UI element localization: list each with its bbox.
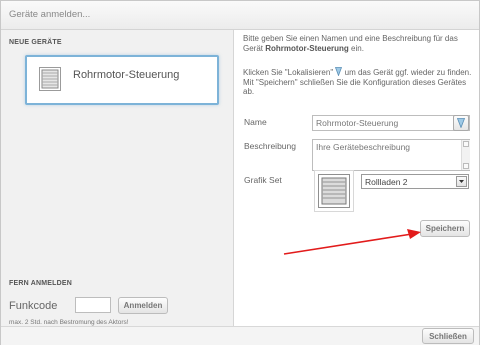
device-card-name: Rohrmotor-Steuerung: [73, 69, 180, 81]
dialog-title: Geräte anmelden...: [9, 9, 91, 20]
left-panel: NEUE GERÄTE Rohrmotor-Steuerung FERN ANM…: [1, 30, 234, 326]
description-scrollbar[interactable]: [461, 140, 470, 170]
funkcode-input[interactable]: [75, 297, 111, 313]
description-label: Beschreibung: [244, 141, 296, 151]
remote-register-heading: FERN ANMELDEN: [9, 280, 73, 287]
chevron-down-icon[interactable]: [456, 176, 467, 187]
close-button[interactable]: Schließen: [422, 328, 474, 344]
localize-instructions: Klicken Sie "Lokalisieren" um das Gerät …: [243, 67, 477, 97]
intro-suffix: ein.: [348, 43, 364, 53]
graphic-set-preview: [314, 170, 354, 212]
locate-icon: [457, 118, 465, 128]
localize-button[interactable]: [453, 115, 469, 131]
save-button[interactable]: Speichern: [420, 220, 470, 237]
register-button[interactable]: Anmelden: [118, 297, 168, 314]
graphic-set-label: Grafik Set: [244, 175, 282, 185]
graphic-set-selected: Rollladen 2: [365, 177, 408, 187]
device-card-rohrmotor[interactable]: Rohrmotor-Steuerung: [25, 55, 219, 105]
intro-text: Bitte geben Sie einen Namen und eine Bes…: [243, 34, 477, 53]
right-panel: Bitte geben Sie einen Namen und eine Bes…: [234, 30, 479, 326]
name-input-value: Rohrmotor-Steuerung: [316, 118, 399, 128]
funkcode-hint: max. 2 Std. nach Bestromung des Aktors!: [9, 319, 129, 326]
dialog-titlebar: Geräte anmelden...: [1, 1, 479, 30]
graphic-set-select[interactable]: Rollladen 2: [361, 174, 469, 189]
localize-prefix: Klicken Sie "Lokalisieren": [243, 68, 336, 77]
funkcode-label: Funkcode: [9, 300, 58, 312]
scroll-down-icon[interactable]: [463, 163, 469, 169]
name-input[interactable]: Rohrmotor-Steuerung: [312, 115, 470, 131]
description-placeholder: Ihre Gerätebeschreibung: [316, 142, 411, 152]
scroll-up-icon[interactable]: [463, 141, 469, 147]
description-textarea[interactable]: Ihre Gerätebeschreibung: [312, 139, 470, 171]
roller-shutter-icon: [39, 67, 61, 91]
dialog-footer: Schließen: [1, 326, 479, 345]
device-registration-dialog: Geräte anmelden... NEUE GERÄTE Rohrmotor…: [0, 0, 480, 345]
name-label: Name: [244, 117, 267, 127]
new-devices-heading: NEUE GERÄTE: [9, 39, 62, 46]
intro-device-name: Rohrmotor-Steuerung: [265, 43, 349, 53]
roller-shutter-icon: [318, 174, 350, 208]
